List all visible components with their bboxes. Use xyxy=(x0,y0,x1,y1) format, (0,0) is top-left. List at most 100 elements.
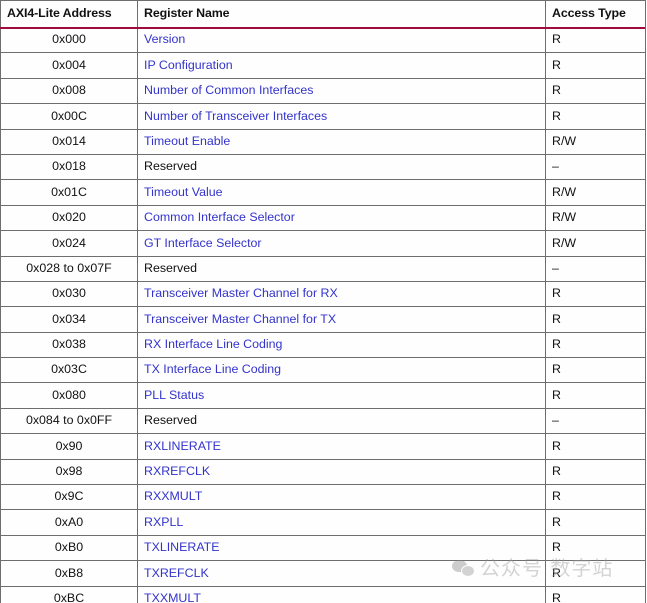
table-row: 0x034 Transceiver Master Channel for TX R xyxy=(0,306,646,333)
cell-access-type: R xyxy=(545,509,646,536)
table-row: 0x008 Number of Common Interfaces R xyxy=(0,77,646,105)
table-row: 0x084 to 0x0FF Reserved – xyxy=(0,407,646,435)
table-row: 0x080 PLL Status R xyxy=(0,382,646,409)
table-row: 0x98 RXREFCLK R xyxy=(0,458,646,486)
cell-register-name-link[interactable]: RXREFCLK xyxy=(137,458,546,486)
table-row: 0x90 RXLINERATE R xyxy=(0,433,646,460)
cell-address: 0x00C xyxy=(0,103,138,130)
cell-access-type: R xyxy=(545,458,646,486)
cell-address: 0x020 xyxy=(0,204,138,232)
cell-address: 0x018 xyxy=(0,153,138,181)
table-header: AXI4-Lite Address Register Name Access T… xyxy=(0,0,646,28)
cell-access-type: R xyxy=(545,433,646,460)
cell-access-type: – xyxy=(545,255,646,282)
cell-address: 0x024 xyxy=(0,230,138,257)
cell-access-type: R/W xyxy=(545,179,646,206)
cell-address: 0xB8 xyxy=(0,560,138,587)
cell-address: 0x034 xyxy=(0,306,138,333)
cell-address: 0x030 xyxy=(0,280,138,308)
cell-access-type: R/W xyxy=(545,230,646,257)
cell-register-name-link[interactable]: Transceiver Master Channel for RX xyxy=(137,280,546,308)
cell-address: 0x90 xyxy=(0,433,138,460)
cell-register-name: Reserved xyxy=(137,255,546,282)
cell-register-name-link[interactable]: GT Interface Selector xyxy=(137,230,546,257)
cell-register-name: Reserved xyxy=(137,407,546,435)
table-row: 0x004 IP Configuration R xyxy=(0,52,646,79)
cell-address: 0x03C xyxy=(0,357,138,384)
cell-address: 0xBC xyxy=(0,585,138,603)
cell-register-name-link[interactable]: Version xyxy=(137,26,546,54)
cell-access-type: R xyxy=(545,103,646,130)
cell-access-type: R xyxy=(545,484,646,511)
cell-access-type: – xyxy=(545,153,646,181)
table-row: 0x018 Reserved – xyxy=(0,153,646,181)
table-row: 0x9C RXXMULT R xyxy=(0,484,646,511)
table-row: 0xBC TXXMULT R xyxy=(0,585,646,603)
cell-register-name-link[interactable]: Transceiver Master Channel for TX xyxy=(137,306,546,333)
cell-address: 0x084 to 0x0FF xyxy=(0,407,138,435)
cell-address: 0x9C xyxy=(0,484,138,511)
cell-register-name-link[interactable]: Timeout Value xyxy=(137,179,546,206)
cell-register-name-link[interactable]: TX Interface Line Coding xyxy=(137,357,546,384)
table-row: 0xA0 RXPLL R xyxy=(0,509,646,536)
cell-access-type: R xyxy=(545,52,646,79)
table-row: 0x028 to 0x07F Reserved – xyxy=(0,255,646,282)
cell-register-name-link[interactable]: Number of Common Interfaces xyxy=(137,77,546,105)
table-row: 0x000 Version R xyxy=(0,26,646,54)
table-row: 0x00C Number of Transceiver Interfaces R xyxy=(0,103,646,130)
cell-register-name-link[interactable]: Number of Transceiver Interfaces xyxy=(137,103,546,130)
cell-access-type: R xyxy=(545,77,646,105)
cell-register-name-link[interactable]: RXXMULT xyxy=(137,484,546,511)
cell-access-type: R xyxy=(545,585,646,603)
register-map-table-container: AXI4-Lite Address Register Name Access T… xyxy=(0,0,647,603)
cell-register-name-link[interactable]: RXLINERATE xyxy=(137,433,546,460)
cell-register-name-link[interactable]: PLL Status xyxy=(137,382,546,409)
cell-register-name-link[interactable]: Common Interface Selector xyxy=(137,204,546,232)
cell-address: 0x01C xyxy=(0,179,138,206)
table-row: 0xB8 TXREFCLK R xyxy=(0,560,646,587)
cell-access-type: R xyxy=(545,280,646,308)
table-body: 0x000 Version R 0x004 IP Configuration R 0x008… xyxy=(0,26,646,603)
cell-access-type: R xyxy=(545,26,646,54)
cell-register-name-link[interactable]: IP Configuration xyxy=(137,52,546,79)
cell-address: 0x98 xyxy=(0,458,138,486)
table-row: 0x03C TX Interface Line Coding R xyxy=(0,357,646,384)
cell-access-type: R xyxy=(545,357,646,384)
cell-address: 0x000 xyxy=(0,26,138,54)
table-header-row: AXI4-Lite Address Register Name Access T… xyxy=(0,0,646,28)
cell-access-type: R/W xyxy=(545,128,646,155)
column-header-address: AXI4-Lite Address xyxy=(0,0,138,28)
table-row: 0x024 GT Interface Selector R/W xyxy=(0,230,646,257)
column-header-access-type: Access Type xyxy=(545,0,646,28)
cell-address: 0xA0 xyxy=(0,509,138,536)
cell-address: 0xB0 xyxy=(0,534,138,562)
cell-access-type: R xyxy=(545,382,646,409)
cell-address: 0x004 xyxy=(0,52,138,79)
cell-register-name-link[interactable]: TXLINERATE xyxy=(137,534,546,562)
cell-address: 0x014 xyxy=(0,128,138,155)
cell-access-type: R/W xyxy=(545,204,646,232)
cell-register-name: Reserved xyxy=(137,153,546,181)
cell-register-name-link[interactable]: RXPLL xyxy=(137,509,546,536)
cell-register-name-link[interactable]: Timeout Enable xyxy=(137,128,546,155)
cell-address: 0x008 xyxy=(0,77,138,105)
cell-register-name-link[interactable]: TXXMULT xyxy=(137,585,546,603)
table-row: 0x01C Timeout Value R/W xyxy=(0,179,646,206)
cell-access-type: R xyxy=(545,331,646,359)
cell-address: 0x028 to 0x07F xyxy=(0,255,138,282)
register-map-table: AXI4-Lite Address Register Name Access T… xyxy=(0,0,646,603)
cell-register-name-link[interactable]: RX Interface Line Coding xyxy=(137,331,546,359)
cell-access-type: R xyxy=(545,306,646,333)
cell-register-name-link[interactable]: TXREFCLK xyxy=(137,560,546,587)
cell-access-type: R xyxy=(545,534,646,562)
table-row: 0xB0 TXLINERATE R xyxy=(0,534,646,562)
cell-access-type: R xyxy=(545,560,646,587)
table-row: 0x020 Common Interface Selector R/W xyxy=(0,204,646,232)
table-row: 0x030 Transceiver Master Channel for RX R xyxy=(0,280,646,308)
cell-address: 0x080 xyxy=(0,382,138,409)
table-row: 0x038 RX Interface Line Coding R xyxy=(0,331,646,359)
column-header-register-name: Register Name xyxy=(137,0,546,28)
cell-access-type: – xyxy=(545,407,646,435)
cell-address: 0x038 xyxy=(0,331,138,359)
table-row: 0x014 Timeout Enable R/W xyxy=(0,128,646,155)
